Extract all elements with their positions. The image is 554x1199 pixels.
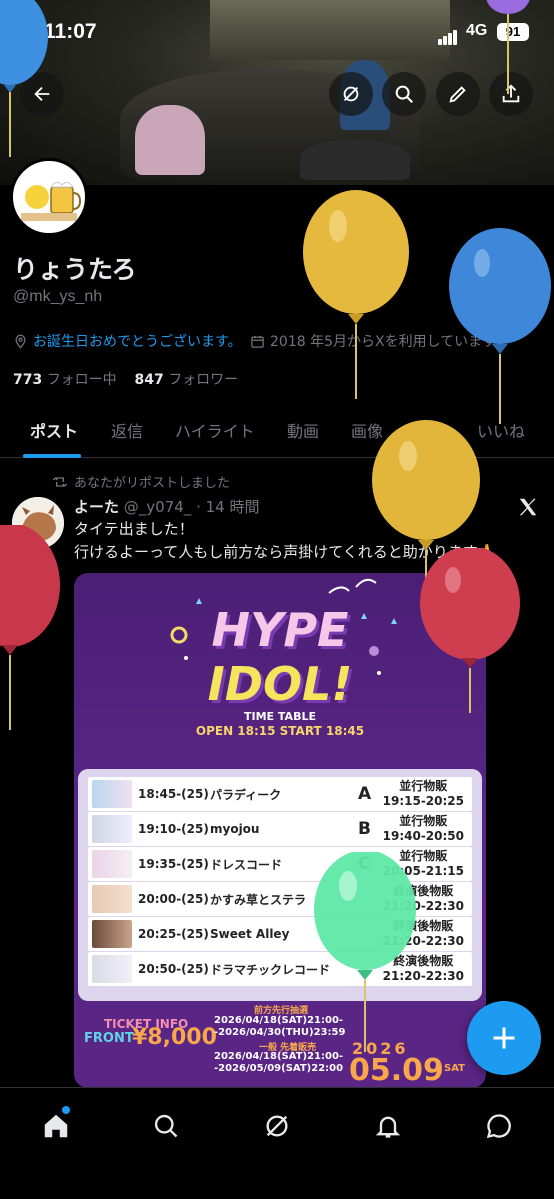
repost-label: あなたがリポストしました bbox=[74, 476, 231, 491]
act-name: myojou bbox=[210, 822, 260, 836]
merch-info: 並行物販 19:15-20:25 bbox=[382, 779, 464, 808]
act-time: 19:35-(25) bbox=[138, 857, 209, 871]
front-price: ¥8,000 bbox=[132, 1025, 217, 1050]
profile-avatar[interactable] bbox=[10, 158, 88, 236]
act-stage: A bbox=[358, 784, 372, 804]
bottom-nav bbox=[0, 1087, 554, 1199]
act-time: 20:00-(25) bbox=[138, 892, 209, 906]
act-photo bbox=[92, 955, 132, 983]
chat-icon bbox=[486, 1114, 511, 1139]
balloon-blue-icon bbox=[0, 0, 48, 157]
balloon-purple-icon bbox=[486, 0, 530, 94]
act-time: 19:10-(25) bbox=[138, 822, 209, 836]
event-weekday: SAT bbox=[444, 1063, 465, 1074]
poster-open-start: OPEN 18:15 START 18:45 bbox=[195, 724, 365, 738]
home-icon bbox=[44, 1114, 68, 1138]
act-photo bbox=[92, 780, 132, 808]
tab-videos[interactable]: 動画 bbox=[287, 418, 319, 442]
search-button[interactable] bbox=[382, 72, 426, 116]
nav-home[interactable] bbox=[36, 1106, 76, 1146]
grok-icon bbox=[266, 1115, 288, 1137]
post-time: · 14 時間 bbox=[196, 498, 260, 516]
post-header: よーた @_y074_ · 14 時間 bbox=[74, 496, 260, 517]
nav-search[interactable] bbox=[146, 1106, 186, 1146]
tab-posts[interactable]: ポスト bbox=[30, 418, 78, 442]
birthday-link[interactable]: お誕生日おめでとうございます。 bbox=[33, 331, 242, 351]
followers-link[interactable]: 847 フォロワー bbox=[135, 372, 239, 388]
act-photo bbox=[92, 850, 132, 878]
front-label: FRONT bbox=[84, 1031, 134, 1046]
act-photo bbox=[92, 885, 132, 913]
beer-avatar-icon bbox=[21, 181, 82, 221]
status-bar: 11:07 4G 91 bbox=[0, 18, 554, 48]
balloon-green-icon bbox=[314, 852, 416, 1052]
edit-button[interactable] bbox=[436, 72, 480, 116]
repost-icon bbox=[52, 476, 68, 487]
nav-messages[interactable] bbox=[479, 1106, 519, 1146]
tab-highlights[interactable]: ハイライト bbox=[175, 418, 255, 442]
post-author-handle[interactable]: @_y074_ bbox=[124, 498, 192, 516]
active-tab-indicator bbox=[23, 454, 81, 458]
banner-person bbox=[300, 140, 410, 180]
birthday-info: お誕生日おめでとうございます。 bbox=[13, 331, 242, 351]
merch-info: 並行物販 19:40-20:50 bbox=[382, 814, 464, 843]
following-link[interactable]: 773 フォロー中 bbox=[13, 372, 117, 388]
balloon-red-icon bbox=[420, 548, 520, 713]
grok-button[interactable] bbox=[329, 72, 373, 116]
grok-icon bbox=[343, 86, 359, 102]
balloon-blue-icon bbox=[449, 228, 551, 424]
act-time: 20:50-(25) bbox=[138, 962, 209, 976]
timetable-row: 19:10-(25) myojou B 並行物販 19:40-20:50 bbox=[88, 812, 472, 846]
pencil-icon bbox=[449, 86, 466, 103]
act-stage: B bbox=[358, 819, 371, 839]
compose-button[interactable] bbox=[467, 1001, 541, 1075]
bell-icon bbox=[375, 1116, 401, 1138]
nav-grok[interactable] bbox=[257, 1106, 297, 1146]
timetable: 18:45-(25) パラディーク A 並行物販 19:15-20:25 19:1… bbox=[78, 769, 482, 1001]
location-pin-icon bbox=[15, 334, 26, 349]
act-time: 18:45-(25) bbox=[138, 787, 209, 801]
calendar-icon bbox=[251, 335, 264, 348]
search-icon bbox=[395, 85, 413, 103]
profile-name: りょうたろ bbox=[13, 255, 137, 284]
balloon-red-icon bbox=[0, 525, 60, 730]
repost-indicator: あなたがリポストしました bbox=[52, 472, 230, 491]
act-time: 20:25-(25) bbox=[138, 927, 209, 941]
signal-icon bbox=[438, 26, 458, 45]
balloon-yellow-icon bbox=[303, 190, 409, 399]
x-logo-icon[interactable] bbox=[517, 496, 539, 522]
timetable-row: 18:45-(25) パラディーク A 並行物販 19:15-20:25 bbox=[88, 777, 472, 811]
banner-person bbox=[135, 105, 205, 175]
plus-icon bbox=[493, 1027, 515, 1049]
profile-handle: @mk_ys_nh bbox=[13, 288, 103, 305]
tab-replies[interactable]: 返信 bbox=[111, 418, 143, 442]
follow-stats: 773 フォロー中 847 フォロワー bbox=[13, 369, 238, 389]
event-date: 05.09 bbox=[349, 1053, 444, 1088]
act-name: パラディーク bbox=[210, 787, 282, 802]
post-author-name[interactable]: よーた bbox=[74, 498, 119, 516]
search-icon bbox=[154, 1114, 178, 1138]
notification-dot bbox=[62, 1106, 70, 1114]
nav-notifications[interactable] bbox=[368, 1106, 408, 1146]
act-photo bbox=[92, 815, 132, 843]
act-photo bbox=[92, 920, 132, 948]
